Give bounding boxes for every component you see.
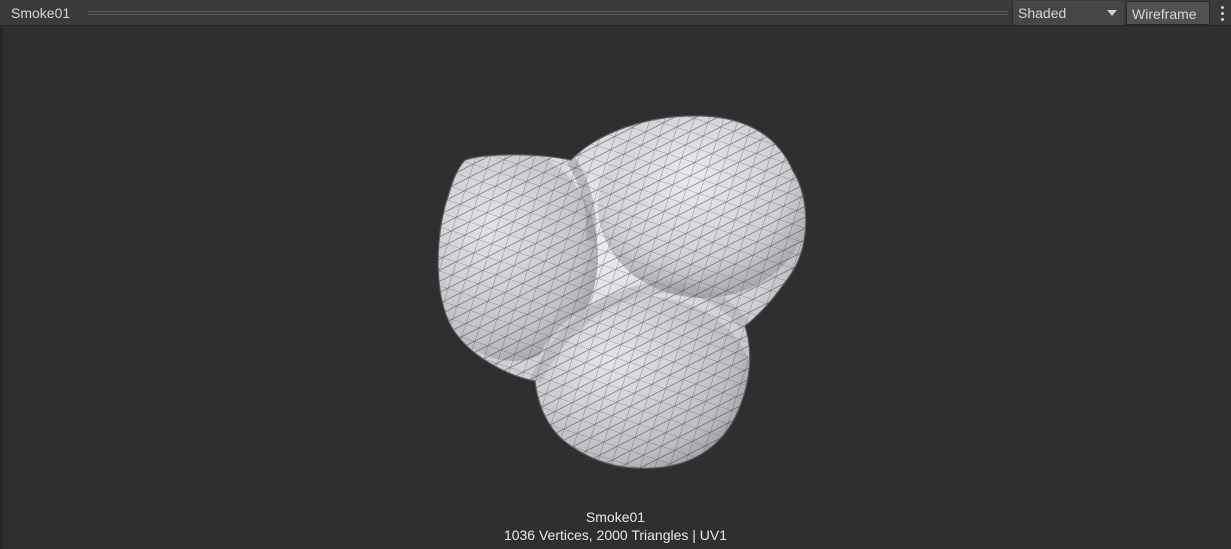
more-vertical-icon[interactable] xyxy=(1213,1,1231,25)
chevron-down-icon xyxy=(1107,10,1117,16)
wireframe-toggle-button[interactable]: Wireframe xyxy=(1126,1,1210,25)
menu-dot xyxy=(1221,6,1224,9)
header-divider xyxy=(88,11,1008,15)
preview-header: Smoke01 Shaded Wireframe xyxy=(0,0,1231,26)
mesh-lobes xyxy=(438,115,806,469)
mesh-preview-window: Smoke01 Shaded Wireframe Smoke01 1036 Ve… xyxy=(0,0,1231,549)
shading-mode-dropdown[interactable]: Shaded xyxy=(1012,1,1124,25)
mesh-stats-label: 1036 Vertices, 2000 Triangles | UV1 xyxy=(503,527,728,543)
shading-mode-label: Shaded xyxy=(1018,5,1067,21)
menu-dot xyxy=(1221,12,1224,15)
preview-title: Smoke01 xyxy=(11,5,71,21)
mesh-viewport[interactable] xyxy=(3,26,1231,549)
menu-dot xyxy=(1221,18,1224,21)
wireframe-label: Wireframe xyxy=(1132,6,1197,22)
mesh-name-label: Smoke01 xyxy=(585,509,646,525)
mesh-render xyxy=(437,115,807,469)
